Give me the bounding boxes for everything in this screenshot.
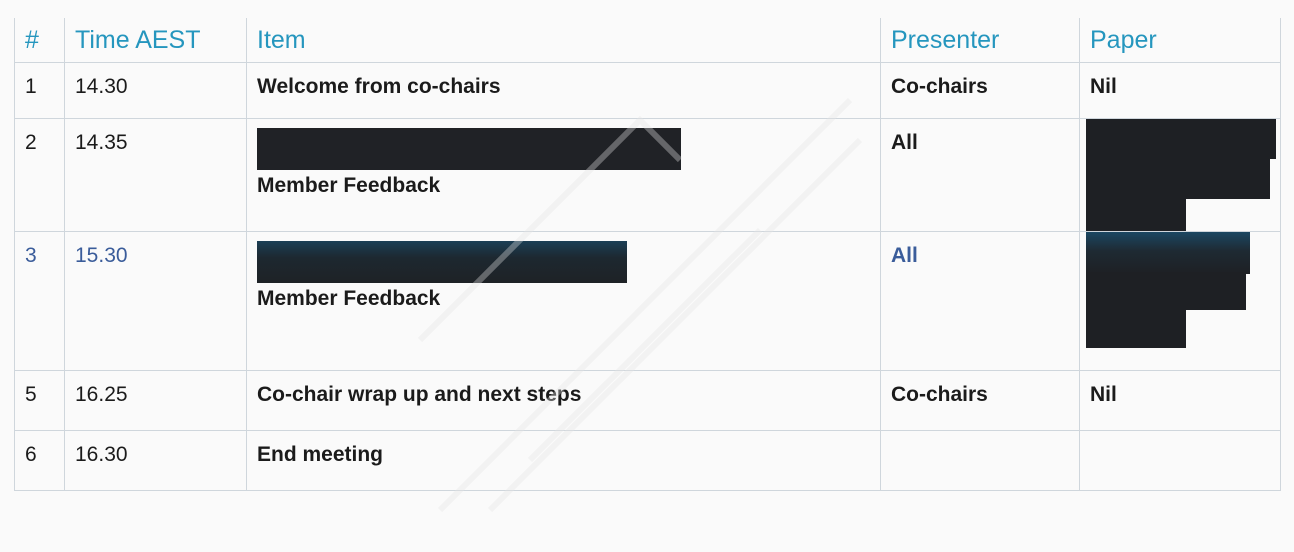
- cell-presenter: Co-chairs: [880, 370, 1080, 431]
- cell-time: 14.30: [64, 62, 247, 119]
- cell-presenter: [880, 430, 1080, 491]
- redaction-block: [1086, 308, 1186, 348]
- header-item: Item: [246, 18, 881, 63]
- cell-item: End meeting: [246, 430, 881, 491]
- cell-paper: [1079, 231, 1281, 371]
- table-row: 3 15.30 Member Feedback All: [14, 231, 1281, 371]
- cell-number: 1: [14, 62, 65, 119]
- agenda-table: # Time AEST Item Presenter Paper 1 14.30…: [14, 18, 1281, 491]
- header-paper: Paper: [1079, 18, 1281, 63]
- cell-number: 6: [14, 430, 65, 491]
- cell-item: Co-chair wrap up and next steps: [246, 370, 881, 431]
- redaction-block: [1086, 119, 1276, 159]
- redaction-block: [1086, 272, 1246, 310]
- cell-presenter: All: [880, 231, 1080, 371]
- item-text: Member Feedback: [257, 174, 441, 197]
- redaction-block: [1086, 232, 1250, 274]
- table-row: 2 14.35 Member Feedback All: [14, 118, 1281, 232]
- table-header-row: # Time AEST Item Presenter Paper: [14, 18, 1281, 63]
- cell-item: Welcome from co-chairs: [246, 62, 881, 119]
- cell-time: 14.35: [64, 118, 247, 232]
- cell-time: 16.30: [64, 430, 247, 491]
- cell-paper: [1079, 430, 1281, 491]
- cell-number: 5: [14, 370, 65, 431]
- item-text: Member Feedback: [257, 287, 441, 310]
- redaction-block: [1086, 157, 1270, 199]
- header-number: #: [14, 18, 65, 63]
- cell-paper: Nil: [1079, 370, 1281, 431]
- cell-number: 3: [14, 231, 65, 371]
- cell-presenter: All: [880, 118, 1080, 232]
- redaction-block: [1086, 197, 1186, 231]
- cell-presenter: Co-chairs: [880, 62, 1080, 119]
- header-presenter: Presenter: [880, 18, 1080, 63]
- redaction-bar: [257, 241, 627, 283]
- header-time: Time AEST: [64, 18, 247, 63]
- cell-number: 2: [14, 118, 65, 232]
- cell-paper: Nil: [1079, 62, 1281, 119]
- table-row: 1 14.30 Welcome from co-chairs Co-chairs…: [14, 62, 1281, 119]
- cell-item: Member Feedback: [246, 118, 881, 232]
- redaction-bar: [257, 128, 681, 170]
- cell-time: 15.30: [64, 231, 247, 371]
- cell-item: Member Feedback: [246, 231, 881, 371]
- table-row: 5 16.25 Co-chair wrap up and next steps …: [14, 370, 1281, 431]
- cell-paper: [1079, 118, 1281, 232]
- cell-time: 16.25: [64, 370, 247, 431]
- table-row: 6 16.30 End meeting: [14, 430, 1281, 491]
